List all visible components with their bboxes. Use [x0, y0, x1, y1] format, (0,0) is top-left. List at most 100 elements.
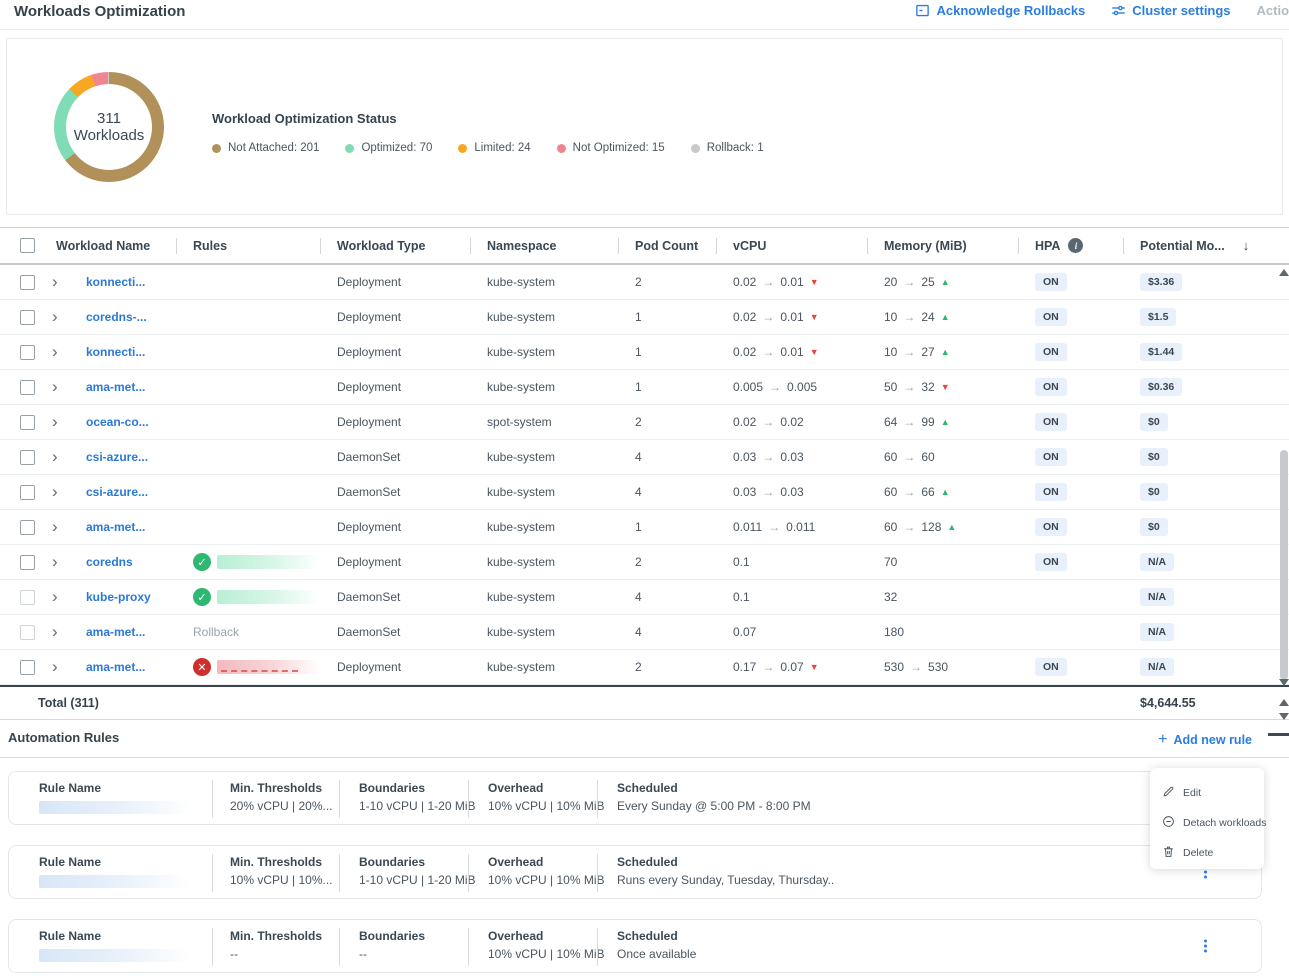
row-checkbox[interactable] [20, 345, 35, 360]
row-checkbox[interactable] [20, 415, 35, 430]
workload-name-link[interactable]: coredns-... [86, 310, 147, 324]
row-checkbox-cell [0, 485, 44, 500]
right-arrow-icon: → [762, 660, 774, 674]
table-scroll-down-arrow[interactable] [1279, 679, 1289, 686]
sort-descending-icon[interactable]: ↓ [1243, 238, 1250, 253]
expand-chevron-icon[interactable]: › [52, 554, 58, 570]
rule-overhead-column: Overhead10% vCPU | 10% MiB [488, 781, 605, 813]
column-memory[interactable]: Memory (MiB) [867, 228, 1018, 263]
workload-type-cell: Deployment [320, 380, 470, 394]
menu-item-edit[interactable]: Edit [1150, 778, 1264, 808]
memory-recommended: 128 [921, 520, 941, 534]
table-scroll-up-arrow[interactable] [1279, 269, 1289, 276]
column-namespace[interactable]: Namespace [470, 228, 618, 263]
column-workload-type[interactable]: Workload Type [320, 228, 470, 263]
namespace-cell: kube-system [470, 590, 618, 604]
rule-attached-check-icon: ✓ [193, 588, 211, 606]
expand-chevron-icon[interactable]: › [52, 589, 58, 605]
menu-item-delete[interactable]: Delete [1150, 838, 1264, 868]
row-checkbox[interactable] [20, 485, 35, 500]
pane-scroll-up-arrow[interactable] [1279, 699, 1289, 706]
rule-scheduled-label: Scheduled [617, 781, 811, 795]
row-checkbox[interactable] [20, 310, 35, 325]
menu-item-detach-workloads[interactable]: Detach workloads [1150, 808, 1264, 838]
row-checkbox-cell [0, 590, 44, 605]
cluster-settings-button[interactable]: Cluster settings [1111, 3, 1230, 18]
column-potential-monthly-savings[interactable]: Potential Mo... ↓ [1123, 228, 1289, 263]
column-hpa[interactable]: HPA i [1018, 228, 1123, 263]
vcpu-cell: 0.02→0.01▼ [716, 345, 867, 359]
expand-chevron-icon[interactable]: › [52, 519, 58, 535]
namespace-cell: kube-system [470, 450, 618, 464]
expand-chevron-icon[interactable]: › [52, 274, 58, 290]
column-rules[interactable]: Rules [176, 228, 320, 263]
expand-chevron-icon[interactable]: › [52, 624, 58, 640]
rule-name-column: Rule Name [39, 855, 191, 888]
expand-chevron-icon[interactable]: › [52, 659, 58, 675]
row-checkbox[interactable] [20, 450, 35, 465]
row-checkbox[interactable] [20, 275, 35, 290]
row-checkbox[interactable] [20, 660, 35, 675]
workload-name-link[interactable]: konnecti... [86, 345, 145, 359]
row-checkbox[interactable] [20, 555, 35, 570]
workload-name-link[interactable]: ocean-co... [86, 415, 149, 429]
expand-chevron-icon[interactable]: › [52, 309, 58, 325]
legend-dot-icon [557, 144, 566, 153]
expand-chevron-icon[interactable]: › [52, 379, 58, 395]
select-all-checkbox[interactable] [20, 238, 35, 253]
workload-name-link[interactable]: csi-azure... [86, 485, 148, 499]
workload-name-cell: ama-met... [82, 625, 176, 639]
table-scrollbar-thumb[interactable] [1280, 450, 1288, 680]
workload-name-link[interactable]: ama-met... [86, 380, 145, 394]
column-vcpu[interactable]: vCPU [716, 228, 867, 263]
trend-up-icon: ▲ [947, 523, 956, 532]
workload-name-link[interactable]: ama-met... [86, 660, 145, 674]
potential-savings-badge: $0.36 [1140, 378, 1182, 396]
workload-name-link[interactable]: csi-azure... [86, 450, 148, 464]
column-pod-count[interactable]: Pod Count [618, 228, 716, 263]
right-arrow-icon: → [903, 520, 915, 534]
row-checkbox[interactable] [20, 380, 35, 395]
automation-divider [0, 757, 1289, 758]
table-row: ›ama-met...Deploymentkube-system10.011→0… [0, 510, 1289, 545]
row-checkbox[interactable] [20, 520, 35, 535]
memory-cell: 10→27▲ [867, 345, 1018, 359]
vcpu-current: 0.02 [733, 415, 756, 429]
column-workload-name[interactable]: Workload Name [44, 228, 176, 263]
workload-name-cell: konnecti... [82, 345, 176, 359]
workload-name-link[interactable]: konnecti... [86, 275, 145, 289]
workload-name-link[interactable]: kube-proxy [86, 590, 151, 604]
edit-label: Edit [1183, 787, 1201, 799]
trend-up-icon: ▲ [941, 348, 950, 357]
workload-name-cell: kube-proxy [82, 590, 176, 604]
legend-label: Optimized: 70 [361, 142, 432, 154]
add-new-rule-button[interactable]: + Add new rule [1158, 732, 1252, 748]
workload-name-link[interactable]: ama-met... [86, 520, 145, 534]
expand-chevron-icon[interactable]: › [52, 484, 58, 500]
plus-icon: + [1158, 732, 1167, 748]
row-checkbox[interactable] [20, 625, 35, 640]
pod-count-cell: 4 [618, 485, 716, 499]
legend-dot-icon [458, 144, 467, 153]
rules-cell: Rollback [176, 625, 320, 639]
detach-workloads-label: Detach workloads [1183, 817, 1266, 829]
hpa-info-icon[interactable]: i [1068, 238, 1083, 253]
acknowledge-rollbacks-button[interactable]: Acknowledge Rollbacks [915, 3, 1085, 18]
expand-chevron-icon[interactable]: › [52, 414, 58, 430]
hpa-badge: ON [1035, 273, 1067, 291]
automation-rules-section: Automation Rules + Add new rule Rule Nam… [0, 720, 1289, 973]
right-arrow-icon: → [910, 660, 922, 674]
row-checkbox-cell [0, 345, 44, 360]
actions-button[interactable]: Action [1257, 3, 1289, 18]
pane-scroll-down-arrow[interactable] [1279, 713, 1289, 720]
row-checkbox[interactable] [20, 590, 35, 605]
column-divider [597, 780, 598, 818]
donut-total-label: Workloads [74, 127, 145, 144]
rule-kebab-menu-icon[interactable] [1201, 937, 1210, 956]
workload-name-link[interactable]: coredns [86, 555, 133, 569]
expand-chevron-icon[interactable]: › [52, 449, 58, 465]
workload-name-link[interactable]: ama-met... [86, 625, 145, 639]
rule-context-menu: Edit Detach workloads [1150, 768, 1264, 869]
table-body: ›konnecti...Deploymentkube-system20.02→0… [0, 265, 1289, 685]
expand-chevron-icon[interactable]: › [52, 344, 58, 360]
